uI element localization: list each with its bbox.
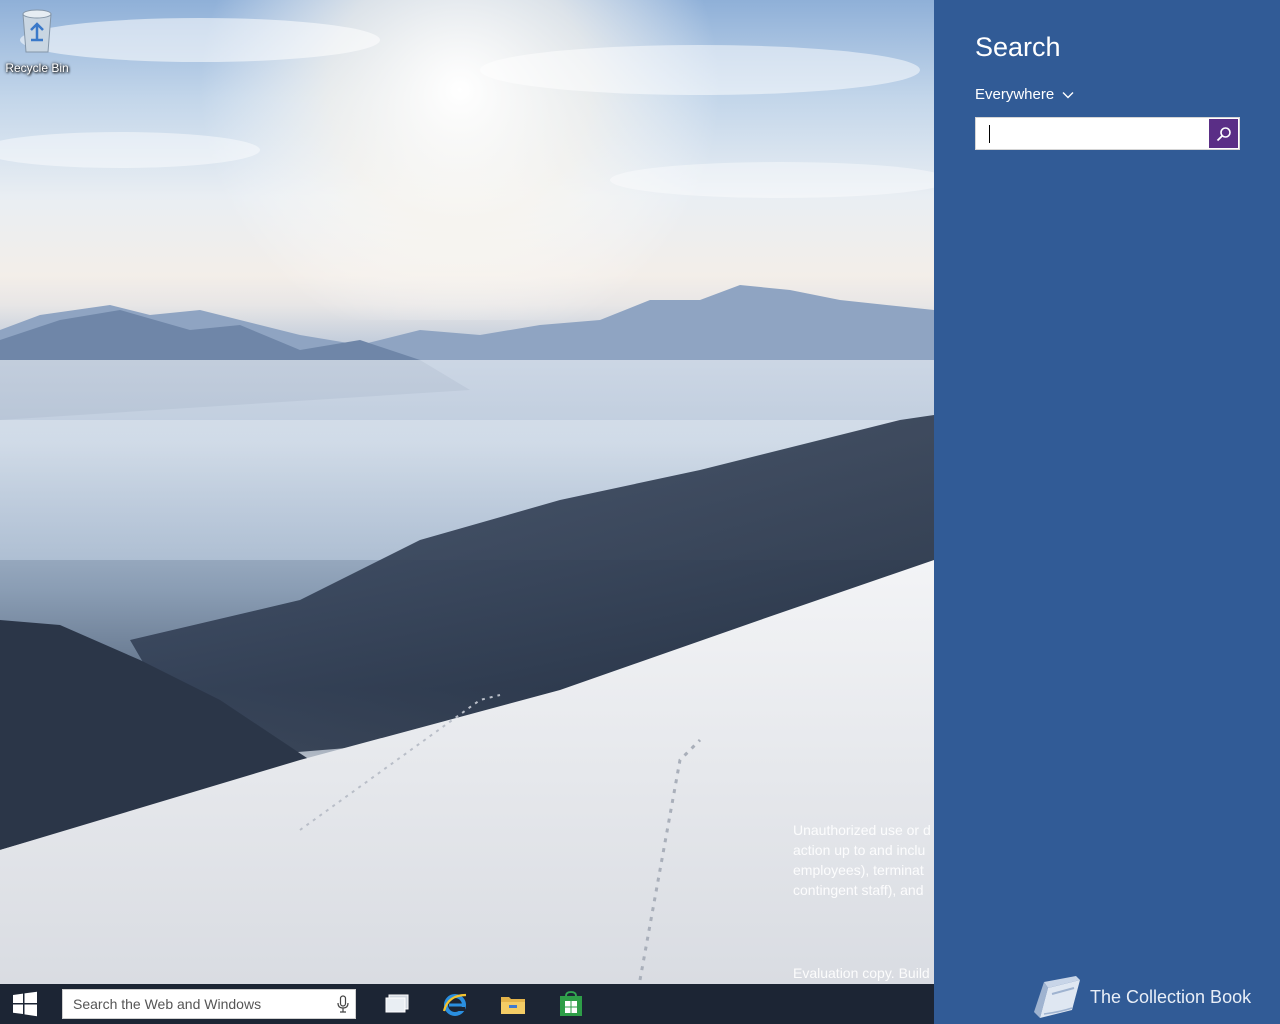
task-view-icon xyxy=(385,994,409,1013)
start-button[interactable] xyxy=(0,984,50,1024)
text-caret xyxy=(989,125,990,143)
store-icon xyxy=(560,991,582,1016)
file-explorer-button[interactable] xyxy=(488,984,538,1024)
build-watermark: Evaluation copy. Build xyxy=(793,965,930,981)
charm-search-input[interactable] xyxy=(976,118,1208,149)
file-explorer-icon xyxy=(501,997,525,1014)
taskbar xyxy=(0,984,934,1024)
search-icon xyxy=(1216,126,1231,141)
search-scope-label: Everywhere xyxy=(975,86,1055,103)
collection-book-branding: The Collection Book xyxy=(1030,974,1251,1020)
watermark-line-3: employees), terminat xyxy=(793,862,924,878)
search-scope-dropdown[interactable]: Everywhere xyxy=(975,86,1074,103)
charm-title: Search xyxy=(975,32,1061,62)
charm-search-box[interactable] xyxy=(975,117,1240,150)
watermark-line-4: contingent staff), and xyxy=(793,882,924,898)
evaluation-watermark: Unauthorized use or d action up to and i… xyxy=(793,820,934,900)
microphone-icon[interactable] xyxy=(331,989,355,1019)
branding-text: The Collection Book xyxy=(1090,986,1252,1007)
search-submit-button[interactable] xyxy=(1209,119,1238,148)
store-button[interactable] xyxy=(546,984,596,1024)
internet-explorer-icon xyxy=(442,993,467,1016)
internet-explorer-button[interactable] xyxy=(430,984,480,1024)
taskbar-search-input[interactable] xyxy=(71,995,331,1013)
recycle-bin-label: Recycle Bin xyxy=(5,61,69,75)
task-view-button[interactable] xyxy=(372,984,422,1024)
windows-logo-icon xyxy=(13,991,37,1017)
recycle-bin-icon xyxy=(22,9,52,53)
watermark-line-2: action up to and inclu xyxy=(793,842,926,858)
recycle-bin[interactable]: Recycle Bin xyxy=(4,6,70,75)
desktop[interactable]: Recycle Bin Unauthorized use or d action… xyxy=(0,0,934,984)
watermark-line-1: Unauthorized use or d xyxy=(793,822,931,838)
screen: Recycle Bin Unauthorized use or d action… xyxy=(0,0,1280,1024)
search-charm-panel: Search Everywhere The Collection Book xyxy=(934,0,1280,1024)
chevron-down-icon xyxy=(1062,91,1074,99)
taskbar-search-box[interactable] xyxy=(62,989,356,1019)
book-icon xyxy=(1034,976,1080,1018)
